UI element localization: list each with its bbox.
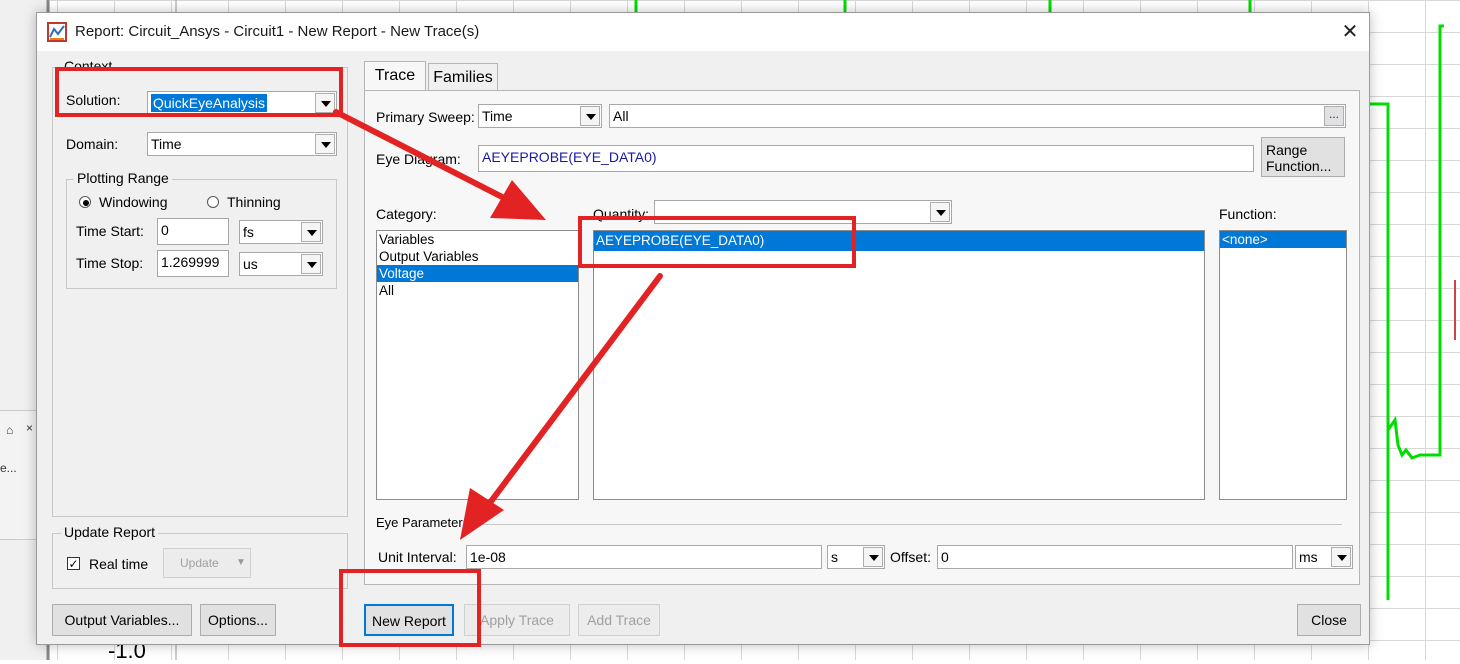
arrow-quantity-to-new-report — [483, 273, 663, 511]
arrowhead-icon — [490, 180, 546, 220]
annotation-arrows — [333, 109, 663, 540]
arrow-solution-to-quantity — [333, 109, 511, 203]
